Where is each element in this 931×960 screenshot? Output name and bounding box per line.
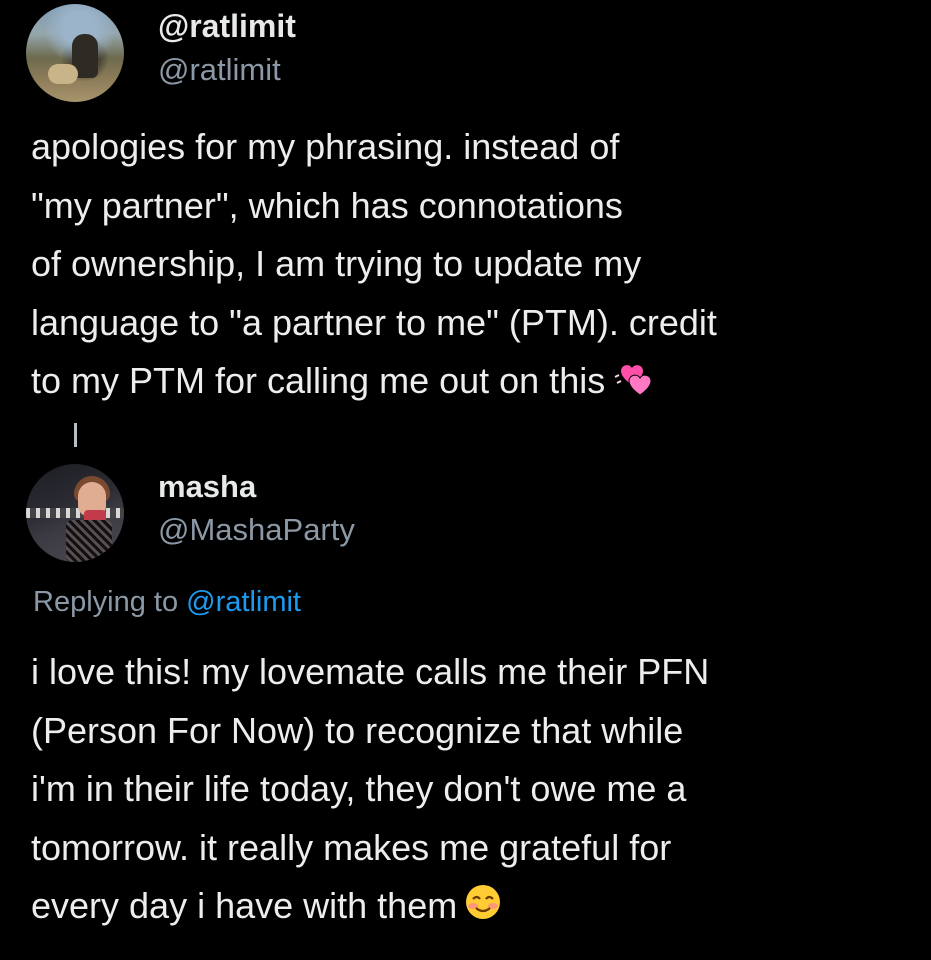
tweet-text: i love this! my lovemate calls me their …: [31, 651, 710, 926]
tweet-body: apologies for my phrasing. instead of "m…: [31, 118, 911, 415]
masha-avatar[interactable]: [26, 464, 124, 562]
user-handle[interactable]: @MashaParty: [158, 512, 355, 548]
display-name[interactable]: @ratlimit: [158, 8, 296, 45]
avatar-legs-shape: [66, 520, 112, 562]
replying-to-prefix: Replying to: [33, 586, 179, 618]
smiling-face-icon: [463, 881, 503, 940]
two-hearts-icon: [611, 356, 655, 415]
user-handle[interactable]: @ratlimit: [158, 52, 281, 88]
thread-connector-line: [74, 423, 77, 447]
avatar-dog-shape: [48, 64, 78, 84]
replying-to-handle-link[interactable]: @ratlimit: [186, 586, 301, 618]
display-name[interactable]: masha: [158, 469, 256, 505]
tweet-body: i love this! my lovemate calls me their …: [31, 643, 911, 940]
ratlimit-avatar[interactable]: [26, 4, 124, 102]
avatar-rail-shape: [26, 508, 124, 518]
replying-to: Replying to @ratlimit: [33, 586, 301, 619]
